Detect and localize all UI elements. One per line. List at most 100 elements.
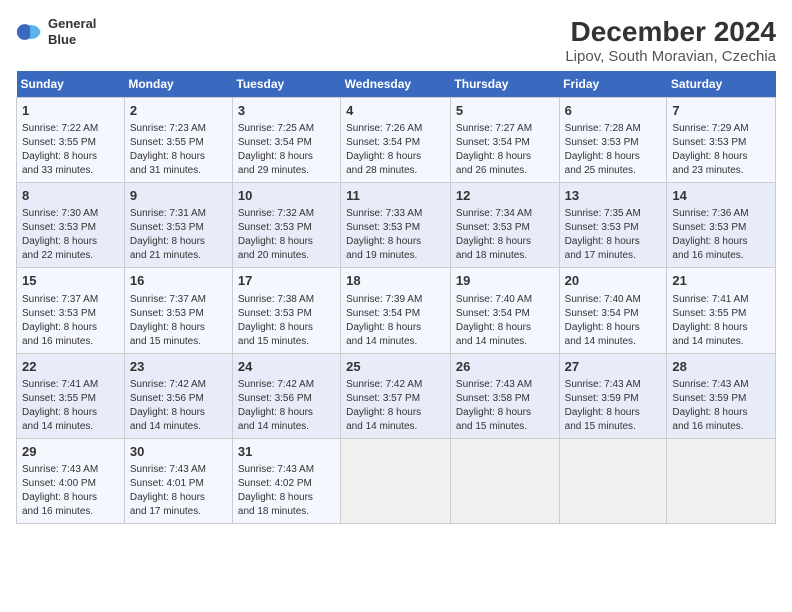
- day-number: 21: [672, 272, 770, 290]
- calendar-cell: 31 Sunrise: 7:43 AM Sunset: 4:02 PM Dayli…: [232, 438, 340, 523]
- calendar-subtitle: Lipov, South Moravian, Czechia: [565, 48, 776, 65]
- calendar-cell: 6Sunrise: 7:28 AM Sunset: 3:53 PM Daylig…: [559, 98, 667, 183]
- calendar-cell: 17 Sunrise: 7:38 AM Sunset: 3:53 PM Dayli…: [232, 268, 340, 353]
- day-info: Sunrise: 7:32 AM Sunset: 3:53 PM Dayligh…: [238, 207, 335, 263]
- day-info: Sunrise: 7:28 AM Sunset: 3:53 PM Dayligh…: [565, 122, 662, 178]
- logo-text: General Blue: [48, 16, 96, 47]
- day-number: 2: [130, 102, 227, 120]
- day-number: 25: [346, 358, 445, 376]
- calendar-cell: 21 Sunrise: 7:41 AM Sunset: 3:55 PM Dayli…: [667, 268, 776, 353]
- day-info: Sunrise: 7:36 AM Sunset: 3:53 PM Dayligh…: [672, 207, 770, 263]
- day-number: 10: [238, 187, 335, 205]
- day-info: Sunrise: 7:35 AM Sunset: 3:53 PM Dayligh…: [565, 207, 662, 263]
- day-info: Sunrise: 7:40 AM Sunset: 3:54 PM Dayligh…: [456, 293, 554, 349]
- calendar-cell: 18 Sunrise: 7:39 AM Sunset: 3:54 PM Dayli…: [341, 268, 451, 353]
- day-number: 27: [565, 358, 662, 376]
- logo: General Blue: [16, 16, 96, 47]
- day-info: Sunrise: 7:26 AM Sunset: 3:54 PM Dayligh…: [346, 122, 445, 178]
- calendar-cell: 9 Sunrise: 7:31 AM Sunset: 3:53 PM Daylig…: [124, 183, 232, 268]
- calendar-cell: 12Sunrise: 7:34 AM Sunset: 3:53 PM Dayli…: [450, 183, 559, 268]
- day-info: Sunrise: 7:42 AM Sunset: 3:56 PM Dayligh…: [238, 378, 335, 434]
- day-info: Sunrise: 7:43 AM Sunset: 4:00 PM Dayligh…: [22, 463, 119, 519]
- calendar-cell: 5 Sunrise: 7:27 AM Sunset: 3:54 PM Daylig…: [450, 98, 559, 183]
- day-info: Sunrise: 7:37 AM Sunset: 3:53 PM Dayligh…: [130, 293, 227, 349]
- calendar-cell: 1 Sunrise: 7:22 AM Sunset: 3:55 PM Daylig…: [17, 98, 125, 183]
- day-number: 29: [22, 443, 119, 461]
- day-info: Sunrise: 7:43 AM Sunset: 4:02 PM Dayligh…: [238, 463, 335, 519]
- day-number: 15: [22, 272, 119, 290]
- calendar-cell: 2Sunrise: 7:23 AM Sunset: 3:55 PM Daylig…: [124, 98, 232, 183]
- col-header-wednesday: Wednesday: [341, 71, 451, 98]
- calendar-cell: 13 Sunrise: 7:35 AM Sunset: 3:53 PM Dayli…: [559, 183, 667, 268]
- calendar-cell: 26Sunrise: 7:43 AM Sunset: 3:58 PM Dayli…: [450, 353, 559, 438]
- col-header-tuesday: Tuesday: [232, 71, 340, 98]
- day-number: 4: [346, 102, 445, 120]
- calendar-cell: [450, 438, 559, 523]
- day-info: Sunrise: 7:31 AM Sunset: 3:53 PM Dayligh…: [130, 207, 227, 263]
- day-info: Sunrise: 7:38 AM Sunset: 3:53 PM Dayligh…: [238, 293, 335, 349]
- day-number: 14: [672, 187, 770, 205]
- day-info: Sunrise: 7:25 AM Sunset: 3:54 PM Dayligh…: [238, 122, 335, 178]
- day-number: 23: [130, 358, 227, 376]
- calendar-cell: 30Sunrise: 7:43 AM Sunset: 4:01 PM Dayli…: [124, 438, 232, 523]
- day-number: 1: [22, 102, 119, 120]
- calendar-cell: 15 Sunrise: 7:37 AM Sunset: 3:53 PM Dayli…: [17, 268, 125, 353]
- logo-icon: [16, 18, 44, 46]
- week-row-3: 15 Sunrise: 7:37 AM Sunset: 3:53 PM Dayli…: [17, 268, 776, 353]
- day-number: 18: [346, 272, 445, 290]
- day-info: Sunrise: 7:27 AM Sunset: 3:54 PM Dayligh…: [456, 122, 554, 178]
- day-number: 26: [456, 358, 554, 376]
- page-header: General Blue December 2024 Lipov, South …: [16, 16, 776, 65]
- day-number: 17: [238, 272, 335, 290]
- day-number: 8: [22, 187, 119, 205]
- week-row-1: 1 Sunrise: 7:22 AM Sunset: 3:55 PM Daylig…: [17, 98, 776, 183]
- calendar-cell: 7 Sunrise: 7:29 AM Sunset: 3:53 PM Daylig…: [667, 98, 776, 183]
- day-number: 19: [456, 272, 554, 290]
- day-number: 28: [672, 358, 770, 376]
- col-header-sunday: Sunday: [17, 71, 125, 98]
- day-info: Sunrise: 7:41 AM Sunset: 3:55 PM Dayligh…: [672, 293, 770, 349]
- day-number: 3: [238, 102, 335, 120]
- logo-line2: Blue: [48, 32, 96, 48]
- week-row-5: 29 Sunrise: 7:43 AM Sunset: 4:00 PM Dayli…: [17, 438, 776, 523]
- calendar-cell: 10 Sunrise: 7:32 AM Sunset: 3:53 PM Dayli…: [232, 183, 340, 268]
- day-number: 9: [130, 187, 227, 205]
- week-row-4: 22 Sunrise: 7:41 AM Sunset: 3:55 PM Dayli…: [17, 353, 776, 438]
- day-number: 22: [22, 358, 119, 376]
- calendar-cell: 14 Sunrise: 7:36 AM Sunset: 3:53 PM Dayli…: [667, 183, 776, 268]
- days-header-row: SundayMondayTuesdayWednesdayThursdayFrid…: [17, 71, 776, 98]
- calendar-cell: 23Sunrise: 7:42 AM Sunset: 3:56 PM Dayli…: [124, 353, 232, 438]
- day-info: Sunrise: 7:41 AM Sunset: 3:55 PM Dayligh…: [22, 378, 119, 434]
- calendar-cell: 19 Sunrise: 7:40 AM Sunset: 3:54 PM Dayli…: [450, 268, 559, 353]
- calendar-cell: 8 Sunrise: 7:30 AM Sunset: 3:53 PM Daylig…: [17, 183, 125, 268]
- calendar-cell: [559, 438, 667, 523]
- calendar-cell: 29 Sunrise: 7:43 AM Sunset: 4:00 PM Dayli…: [17, 438, 125, 523]
- day-number: 31: [238, 443, 335, 461]
- calendar-cell: 16 Sunrise: 7:37 AM Sunset: 3:53 PM Dayli…: [124, 268, 232, 353]
- title-block: December 2024 Lipov, South Moravian, Cze…: [565, 16, 776, 65]
- day-number: 7: [672, 102, 770, 120]
- calendar-cell: 20 Sunrise: 7:40 AM Sunset: 3:54 PM Dayli…: [559, 268, 667, 353]
- calendar-cell: 28 Sunrise: 7:43 AM Sunset: 3:59 PM Dayli…: [667, 353, 776, 438]
- day-info: Sunrise: 7:30 AM Sunset: 3:53 PM Dayligh…: [22, 207, 119, 263]
- week-row-2: 8 Sunrise: 7:30 AM Sunset: 3:53 PM Daylig…: [17, 183, 776, 268]
- day-number: 16: [130, 272, 227, 290]
- logo-line1: General: [48, 16, 96, 32]
- day-info: Sunrise: 7:22 AM Sunset: 3:55 PM Dayligh…: [22, 122, 119, 178]
- day-info: Sunrise: 7:29 AM Sunset: 3:53 PM Dayligh…: [672, 122, 770, 178]
- calendar-cell: 22 Sunrise: 7:41 AM Sunset: 3:55 PM Dayli…: [17, 353, 125, 438]
- day-info: Sunrise: 7:37 AM Sunset: 3:53 PM Dayligh…: [22, 293, 119, 349]
- calendar-cell: [667, 438, 776, 523]
- day-info: Sunrise: 7:40 AM Sunset: 3:54 PM Dayligh…: [565, 293, 662, 349]
- day-number: 12: [456, 187, 554, 205]
- day-info: Sunrise: 7:43 AM Sunset: 3:59 PM Dayligh…: [672, 378, 770, 434]
- col-header-thursday: Thursday: [450, 71, 559, 98]
- day-number: 5: [456, 102, 554, 120]
- day-number: 30: [130, 443, 227, 461]
- calendar-table: SundayMondayTuesdayWednesdayThursdayFrid…: [16, 71, 776, 524]
- calendar-title: December 2024: [565, 16, 776, 48]
- day-info: Sunrise: 7:39 AM Sunset: 3:54 PM Dayligh…: [346, 293, 445, 349]
- day-number: 13: [565, 187, 662, 205]
- calendar-cell: [341, 438, 451, 523]
- day-number: 20: [565, 272, 662, 290]
